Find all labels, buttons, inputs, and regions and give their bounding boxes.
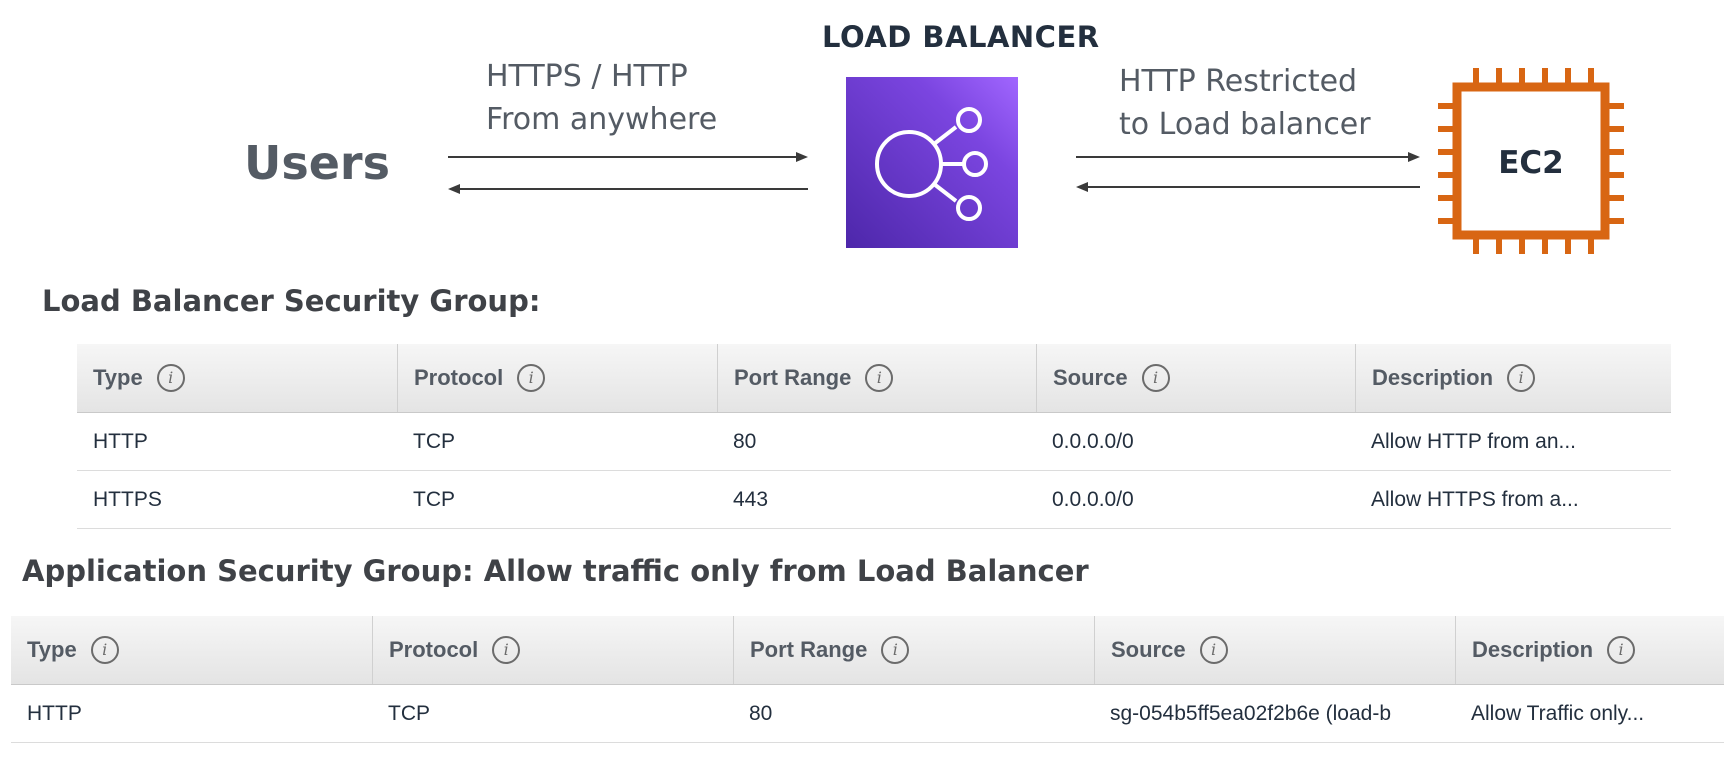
app-sg-header-source: Source i bbox=[1094, 616, 1455, 685]
cell-description: Allow HTTPS from a... bbox=[1355, 470, 1671, 529]
info-icon[interactable]: i bbox=[1507, 364, 1536, 392]
cell-protocol: TCP bbox=[372, 684, 733, 743]
table-row: HTTP TCP 80 sg-054b5ff5ea02f2b6e (load-b… bbox=[11, 684, 1724, 743]
cell-type: HTTP bbox=[11, 684, 372, 743]
app-sg-header-protocol-label: Protocol bbox=[389, 637, 479, 662]
app-sg-header-type: Type i bbox=[11, 616, 372, 685]
lb-sg-header-source-label: Source bbox=[1053, 365, 1128, 390]
table-row: HTTPS TCP 443 0.0.0.0/0 Allow HTTPS from… bbox=[77, 470, 1671, 529]
app-sg-header-type-label: Type bbox=[27, 637, 77, 662]
app-sg-header-description: Description i bbox=[1455, 616, 1724, 685]
app-sg-header-row: Type i Protocol i Port Range i Source i Desc… bbox=[11, 616, 1724, 685]
info-icon[interactable]: i bbox=[517, 364, 546, 392]
info-icon[interactable]: i bbox=[1199, 636, 1228, 664]
ec2-label: EC2 bbox=[1498, 145, 1564, 181]
cell-port-range: 80 bbox=[717, 412, 1036, 471]
app-sg-header-protocol: Protocol i bbox=[372, 616, 733, 685]
cell-protocol: TCP bbox=[397, 412, 717, 471]
app-sg-header-description-label: Description bbox=[1472, 637, 1594, 662]
cell-port-range: 443 bbox=[717, 470, 1036, 529]
right-bidirectional-arrows bbox=[1076, 152, 1420, 192]
lb-sg-title: Load Balancer Security Group: bbox=[42, 284, 541, 318]
app-sg-header-port-range: Port Range i bbox=[733, 616, 1094, 685]
lb-sg-header-protocol: Protocol i bbox=[397, 344, 717, 413]
info-icon[interactable]: i bbox=[90, 636, 119, 664]
left-arrow-label: HTTPS / HTTP From anywhere bbox=[486, 55, 717, 141]
lb-sg-header-type-label: Type bbox=[93, 365, 143, 390]
info-icon[interactable]: i bbox=[881, 636, 910, 664]
info-icon[interactable]: i bbox=[156, 364, 185, 392]
lb-sg-header-type: Type i bbox=[77, 344, 397, 413]
cell-source: 0.0.0.0/0 bbox=[1036, 470, 1355, 529]
lb-sg-header-description: Description i bbox=[1355, 344, 1671, 413]
load-balancer-icon bbox=[846, 77, 1018, 248]
cell-source: sg-054b5ff5ea02f2b6e (load-b bbox=[1094, 684, 1455, 743]
app-sg-title: Application Security Group: Allow traffi… bbox=[22, 554, 1089, 588]
left-bidirectional-arrows bbox=[448, 152, 808, 194]
lb-sg-header-row: Type i Protocol i Port Range i Source i Desc… bbox=[77, 344, 1671, 413]
info-icon[interactable]: i bbox=[1141, 364, 1170, 392]
app-sg-header-port-range-label: Port Range bbox=[750, 637, 868, 662]
cell-type: HTTP bbox=[77, 412, 397, 471]
cell-port-range: 80 bbox=[733, 684, 1094, 743]
app-sg-table: Type i Protocol i Port Range i Source i Desc… bbox=[11, 616, 1724, 743]
lb-sg-header-port-range-label: Port Range bbox=[734, 365, 852, 390]
left-arrow-label-line2: From anywhere bbox=[486, 102, 718, 137]
lb-sg-header-protocol-label: Protocol bbox=[414, 365, 504, 390]
left-arrow-label-line1: HTTPS / HTTP bbox=[486, 59, 688, 94]
cell-description: Allow Traffic only... bbox=[1455, 684, 1724, 743]
table-row: HTTP TCP 80 0.0.0.0/0 Allow HTTP from an… bbox=[77, 412, 1671, 471]
lb-sg-header-description-label: Description bbox=[1372, 365, 1494, 390]
app-sg-header-source-label: Source bbox=[1111, 637, 1186, 662]
cell-protocol: TCP bbox=[397, 470, 717, 529]
users-label: Users bbox=[244, 136, 390, 190]
right-arrow-label-line1: HTTP Restricted bbox=[1119, 64, 1358, 99]
right-arrow-label: HTTP Restricted to Load balancer bbox=[1119, 60, 1371, 146]
cell-type: HTTPS bbox=[77, 470, 397, 529]
lb-sg-header-source: Source i bbox=[1036, 344, 1355, 413]
info-icon[interactable]: i bbox=[492, 636, 521, 664]
load-balancer-title: LOAD BALANCER bbox=[822, 20, 1100, 54]
lb-sg-header-port-range: Port Range i bbox=[717, 344, 1036, 413]
cell-source: 0.0.0.0/0 bbox=[1036, 412, 1355, 471]
right-arrow-label-line2: to Load balancer bbox=[1119, 107, 1371, 142]
info-icon[interactable]: i bbox=[865, 364, 894, 392]
cell-description: Allow HTTP from an... bbox=[1355, 412, 1671, 471]
info-icon[interactable]: i bbox=[1607, 636, 1636, 664]
lb-sg-table: Type i Protocol i Port Range i Source i Desc… bbox=[77, 344, 1671, 529]
